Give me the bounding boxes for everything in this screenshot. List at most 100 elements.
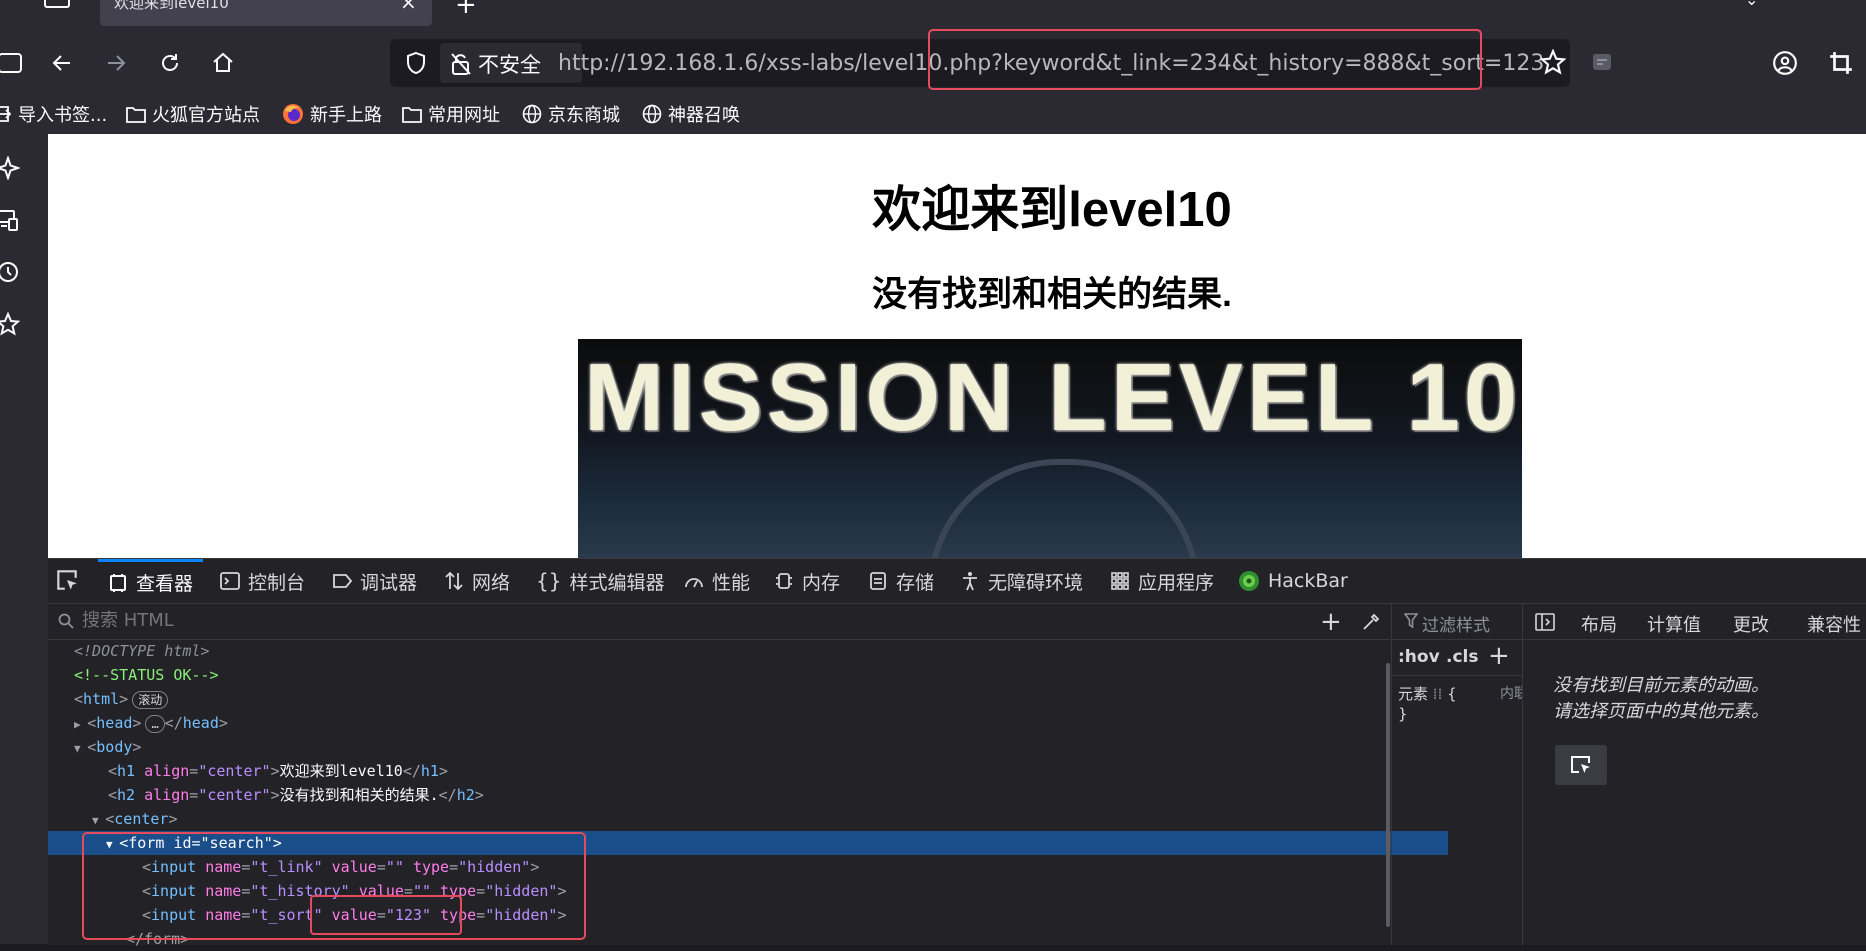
ai-sparkle-icon[interactable] xyxy=(0,156,20,180)
tab-layout[interactable]: 布局 xyxy=(1581,611,1617,637)
search-html-input[interactable] xyxy=(80,609,1084,632)
network-icon xyxy=(445,571,463,591)
reload-icon[interactable] xyxy=(152,45,188,81)
markup-line-h1[interactable]: <h1 align="center">欢迎来到level10</h1> xyxy=(48,759,1450,783)
history-icon[interactable] xyxy=(0,260,20,284)
tab-label: 内存 xyxy=(802,571,841,594)
bookmarks-toolbar: 导入书签... 火狐官方站点 新手上路 常用网址 京东商城 神器召唤 xyxy=(0,94,1866,134)
browser-tab[interactable]: 欢迎来到level10 × xyxy=(100,0,432,26)
tab-inspector[interactable]: 查看器 xyxy=(98,559,204,603)
markup-line-center[interactable]: ▼ <center> xyxy=(48,807,1434,831)
tab-hackbar[interactable]: HackBar xyxy=(1238,559,1348,603)
import-icon xyxy=(0,106,12,122)
tab-debugger[interactable]: 调试器 xyxy=(332,559,417,603)
globe-icon xyxy=(642,104,662,124)
new-tab-icon[interactable]: + xyxy=(455,0,477,20)
page-subheading: 没有找到和相关的结果. xyxy=(872,275,1232,314)
tab-strip: 欢迎来到level10 × + ⌄ xyxy=(0,0,1866,32)
markup-line-doctype[interactable]: <!DOCTYPE html> xyxy=(48,639,1416,663)
bookmark-tools[interactable]: 神器召唤 xyxy=(642,101,740,127)
performance-icon xyxy=(685,578,703,588)
tab-memory[interactable]: 内存 xyxy=(774,559,840,603)
tab-compatibility[interactable]: 兼容性 xyxy=(1807,611,1861,637)
tab-label: 存储 xyxy=(896,571,935,594)
screenshot-crop-icon[interactable] xyxy=(1828,50,1854,76)
close-tab-icon[interactable]: × xyxy=(400,0,417,14)
tab-network[interactable]: 网络 xyxy=(444,559,510,603)
element-picker-icon[interactable] xyxy=(54,567,84,597)
bookmark-star-icon[interactable] xyxy=(1540,49,1566,75)
markup-line-html[interactable]: <html> 滚动 xyxy=(48,687,1416,711)
toggle-panel-icon[interactable] xyxy=(1535,613,1555,631)
sidebar-toggle-icon[interactable] xyxy=(44,0,70,8)
url-annotation-highlight xyxy=(928,29,1482,90)
forward-icon[interactable] xyxy=(98,45,134,81)
mission-level-banner: MISSION LEVEL 10 xyxy=(578,339,1522,558)
debugger-icon xyxy=(333,574,352,588)
banner-arch-decoration xyxy=(928,459,1200,558)
firefox-logo-icon xyxy=(283,104,303,124)
collapse-arrow-icon: ▼ xyxy=(74,742,88,755)
bookmarks-star-icon[interactable] xyxy=(0,312,20,336)
home-icon[interactable] xyxy=(205,45,241,81)
storage-icon xyxy=(870,572,886,590)
add-node-icon[interactable]: + xyxy=(1320,607,1342,637)
markup-line-h2[interactable]: <h2 align="center">没有找到和相关的结果.</h2> xyxy=(48,783,1450,807)
pick-element-button[interactable] xyxy=(1555,745,1607,785)
bookmark-jd[interactable]: 京东商城 xyxy=(522,101,620,127)
rule-close-brace: } xyxy=(1398,705,1408,723)
hov-toggle[interactable]: :hov xyxy=(1398,647,1440,667)
account-icon[interactable] xyxy=(1772,50,1798,76)
tab-label: 调试器 xyxy=(360,571,418,594)
sidebar xyxy=(0,134,48,944)
markup-line-body[interactable]: ▼ <body> xyxy=(48,735,1416,759)
tracking-shield-icon[interactable] xyxy=(400,47,432,79)
bookmark-import[interactable]: 导入书签... xyxy=(0,101,107,127)
scroll-badge[interactable]: 滚动 xyxy=(132,690,169,709)
tab-accessibility[interactable]: 无障碍环境 xyxy=(960,559,1083,603)
tab-application[interactable]: 应用程序 xyxy=(1110,559,1214,603)
element-picker-icon xyxy=(1571,756,1590,773)
bookmark-label: 火狐官方站点 xyxy=(152,105,260,126)
accessibility-icon xyxy=(963,572,977,591)
application-icon xyxy=(1111,572,1129,590)
bookmark-label: 京东商城 xyxy=(548,105,620,126)
element-rule-selector[interactable]: 元素 ⁞⁞ { xyxy=(1398,683,1457,704)
add-rule-icon[interactable]: + xyxy=(1488,641,1510,671)
banner-text: MISSION LEVEL 10 xyxy=(584,344,1522,451)
eyedropper-icon[interactable] xyxy=(1360,611,1382,633)
bookmark-label: 神器召唤 xyxy=(668,105,740,126)
markup-line-comment[interactable]: <!--STATUS OK--> xyxy=(48,663,1416,687)
synced-tabs-icon[interactable] xyxy=(0,208,20,232)
markup-scrollbar[interactable] xyxy=(1386,663,1390,927)
tab-title: 欢迎来到level10 xyxy=(114,0,229,12)
list-tabs-icon[interactable]: ⌄ xyxy=(1745,0,1758,9)
sidebar-icon[interactable] xyxy=(0,45,28,81)
filter-styles-input[interactable]: 过滤样式 xyxy=(1422,611,1490,636)
bookmark-firefox-official[interactable]: 火狐官方站点 xyxy=(126,101,260,127)
back-icon[interactable] xyxy=(44,45,80,81)
value-annotation-highlight xyxy=(310,895,462,935)
cls-toggle[interactable]: .cls xyxy=(1446,647,1478,667)
bookmark-common-sites[interactable]: 常用网址 xyxy=(402,101,500,127)
page-content: 欢迎来到level10 没有找到和相关的结果. MISSION LEVEL 10 xyxy=(48,134,1866,558)
tab-label: 性能 xyxy=(712,571,751,594)
tab-changes[interactable]: 更改 xyxy=(1733,611,1769,637)
bookmark-getting-started[interactable]: 新手上路 xyxy=(282,101,382,127)
hackbar-icon xyxy=(1239,571,1259,591)
tab-computed[interactable]: 计算值 xyxy=(1647,611,1701,637)
page-heading: 欢迎来到level10 xyxy=(872,183,1232,237)
expand-arrow-icon: ▶ xyxy=(74,718,88,731)
rules-panel: 过滤样式 :hov .cls + 元素 ⁞⁞ { 内联 } xyxy=(1391,603,1522,945)
layout-panel: 布局 计算值 更改 兼容性 没有找到目前元素的动画。 请选择页面中的其他元素。 xyxy=(1522,603,1866,945)
memory-icon xyxy=(776,573,792,589)
no-animations-message: 没有找到目前元素的动画。 请选择页面中的其他元素。 xyxy=(1553,675,1769,722)
tab-performance[interactable]: 性能 xyxy=(684,559,750,603)
tab-label: 无障碍环境 xyxy=(988,571,1084,594)
tab-console[interactable]: 控制台 xyxy=(220,559,305,603)
tab-storage[interactable]: 存储 xyxy=(868,559,934,603)
markup-line-head[interactable]: ▶ <head>… </head> xyxy=(48,711,1416,735)
reader-view-icon[interactable] xyxy=(1590,50,1614,74)
tab-label: HackBar xyxy=(1268,570,1348,592)
tab-style-editor[interactable]: {} 样式编辑器 xyxy=(536,559,664,603)
